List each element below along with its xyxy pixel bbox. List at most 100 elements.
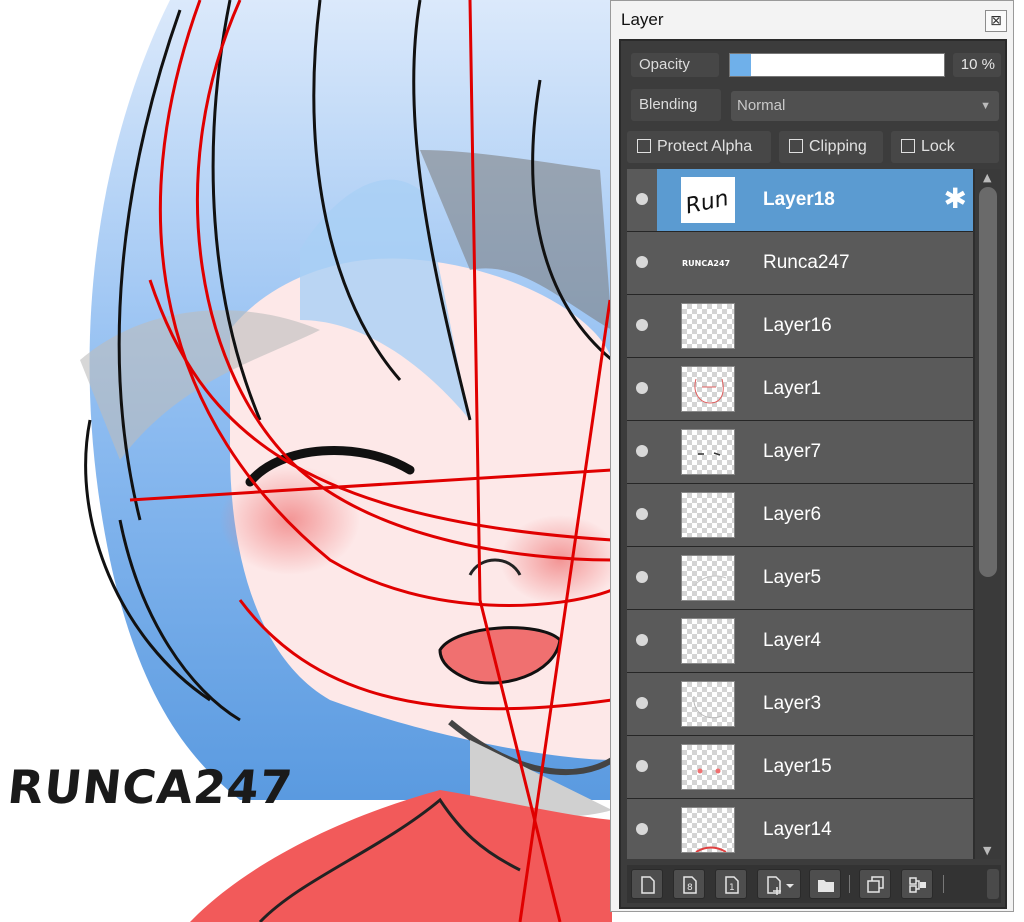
lock-label: Lock (921, 138, 955, 155)
new-1bit-layer-icon: 1 (725, 876, 739, 894)
scroll-up-icon[interactable]: ▲ (983, 171, 991, 184)
protect-alpha-checkbox[interactable]: Protect Alpha (627, 131, 771, 163)
layer-row[interactable]: RUNCA247 Runca247 (627, 232, 973, 295)
layer-name: Layer6 (763, 504, 822, 525)
visibility-dot-icon (636, 319, 648, 331)
new-8bit-layer-icon: 8 (683, 876, 697, 894)
chevron-down-icon: ▼ (980, 100, 991, 112)
layer-thumbnail (681, 618, 735, 664)
drawing-canvas[interactable]: RUNCA247 (0, 0, 612, 922)
layer-thumbnail: Run (681, 177, 735, 223)
layer-name: Layer16 (763, 315, 832, 336)
visibility-dot-icon (636, 508, 648, 520)
layer-row[interactable]: Run Layer18 ✱ (627, 169, 973, 232)
svg-text:8: 8 (687, 883, 693, 893)
layer-name: Layer7 (763, 441, 822, 462)
visibility-dot-icon (636, 445, 648, 457)
layer-name: Layer15 (763, 756, 832, 777)
layer-name: Layer18 (763, 189, 835, 210)
visibility-toggle[interactable] (627, 736, 657, 798)
close-icon: ⊠ (990, 13, 1002, 29)
toolbar-separator (849, 875, 850, 893)
toolbar-separator (943, 875, 944, 893)
blending-mode-select[interactable]: Normal ▼ (731, 91, 999, 121)
layer-row[interactable]: Layer16 (627, 295, 973, 358)
panel-body: Opacity 10 % Blending Normal ▼ Protect A… (619, 39, 1007, 909)
new-folder-icon (818, 880, 834, 892)
visibility-dot-icon (636, 760, 648, 772)
merge-down-icon (909, 877, 926, 893)
visibility-toggle[interactable] (627, 673, 657, 735)
visibility-dot-icon (636, 193, 648, 205)
clipping-label: Clipping (809, 138, 867, 155)
layer-thumbnail (681, 492, 735, 538)
scrollbar-thumb[interactable] (979, 187, 997, 577)
protect-alpha-label: Protect Alpha (657, 138, 753, 155)
visibility-toggle[interactable] (627, 610, 657, 672)
lock-checkbox[interactable]: Lock (891, 131, 999, 163)
new-folder-button[interactable] (809, 869, 841, 899)
layer-thumbnail (681, 744, 735, 790)
layer-thumbnail (681, 429, 735, 475)
new-1bit-layer-button[interactable]: 1 (715, 869, 747, 899)
merge-down-button[interactable] (901, 869, 933, 899)
add-layer-menu-button[interactable] (757, 869, 801, 899)
visibility-toggle[interactable] (627, 232, 657, 294)
layer-row[interactable]: Layer5 (627, 547, 973, 610)
checkbox-box[interactable] (901, 139, 915, 153)
visibility-toggle[interactable] (627, 484, 657, 546)
visibility-dot-icon (636, 256, 648, 268)
visibility-toggle[interactable] (627, 421, 657, 483)
visibility-toggle[interactable] (627, 547, 657, 609)
layer-name: Layer4 (763, 630, 822, 651)
layer-thumbnail (681, 303, 735, 349)
layer-list-scrollbar[interactable]: ▲ ▼ (975, 169, 1001, 859)
clipping-checkbox[interactable]: Clipping (779, 131, 883, 163)
visibility-toggle[interactable] (627, 799, 657, 859)
layer-name: Layer5 (763, 567, 822, 588)
blending-mode-value: Normal (737, 97, 786, 114)
layer-thumbnail: RUNCA247 (681, 240, 735, 286)
layer-row[interactable]: Layer1 (627, 358, 973, 421)
layer-row[interactable]: Layer15 (627, 736, 973, 799)
watermark-text: RUNCA247 (5, 760, 296, 814)
layer-row[interactable]: Layer6 (627, 484, 973, 547)
layer-row[interactable]: Layer7 (627, 421, 973, 484)
toolbar-grip[interactable] (987, 869, 999, 899)
new-8bit-layer-button[interactable]: 8 (673, 869, 705, 899)
visibility-toggle[interactable] (627, 295, 657, 357)
new-layer-icon (641, 876, 655, 894)
layer-row[interactable]: Layer14 (627, 799, 973, 859)
layer-list: Run Layer18 ✱ RUNCA247 Runca247 Layer16 (627, 169, 975, 859)
visibility-dot-icon (636, 823, 648, 835)
visibility-dot-icon (636, 697, 648, 709)
checkbox-box[interactable] (637, 139, 651, 153)
layer-thumbnail (681, 807, 735, 853)
layer-name: Layer14 (763, 819, 832, 840)
layer-row[interactable]: Layer3 (627, 673, 973, 736)
duplicate-layer-button[interactable] (859, 869, 891, 899)
layer-name: Layer1 (763, 378, 822, 399)
layer-row[interactable]: Layer4 (627, 610, 973, 673)
layer-thumbnail (681, 366, 735, 412)
add-layer-menu-icon (767, 876, 794, 895)
layer-thumb-text: Run (683, 186, 730, 219)
new-layer-button[interactable] (631, 869, 663, 899)
visibility-dot-icon (636, 634, 648, 646)
layer-name: Runca247 (763, 252, 850, 273)
layer-toolbar: 8 1 (627, 865, 1001, 903)
checkbox-box[interactable] (789, 139, 803, 153)
visibility-dot-icon (636, 382, 648, 394)
layer-name: Layer3 (763, 693, 822, 714)
visibility-toggle[interactable] (627, 169, 657, 231)
close-button[interactable]: ⊠ (985, 10, 1007, 32)
opacity-slider[interactable] (729, 53, 945, 77)
scroll-down-icon[interactable]: ▼ (983, 844, 991, 857)
layer-thumbnail (681, 555, 735, 601)
visibility-dot-icon (636, 571, 648, 583)
visibility-toggle[interactable] (627, 358, 657, 420)
gear-icon[interactable]: ✱ (944, 185, 967, 213)
layer-panel: Layer ⊠ Opacity 10 % Blending Normal ▼ P… (610, 0, 1014, 912)
panel-title-bar[interactable]: Layer ⊠ (611, 1, 1013, 39)
opacity-value[interactable]: 10 % (953, 53, 1001, 77)
